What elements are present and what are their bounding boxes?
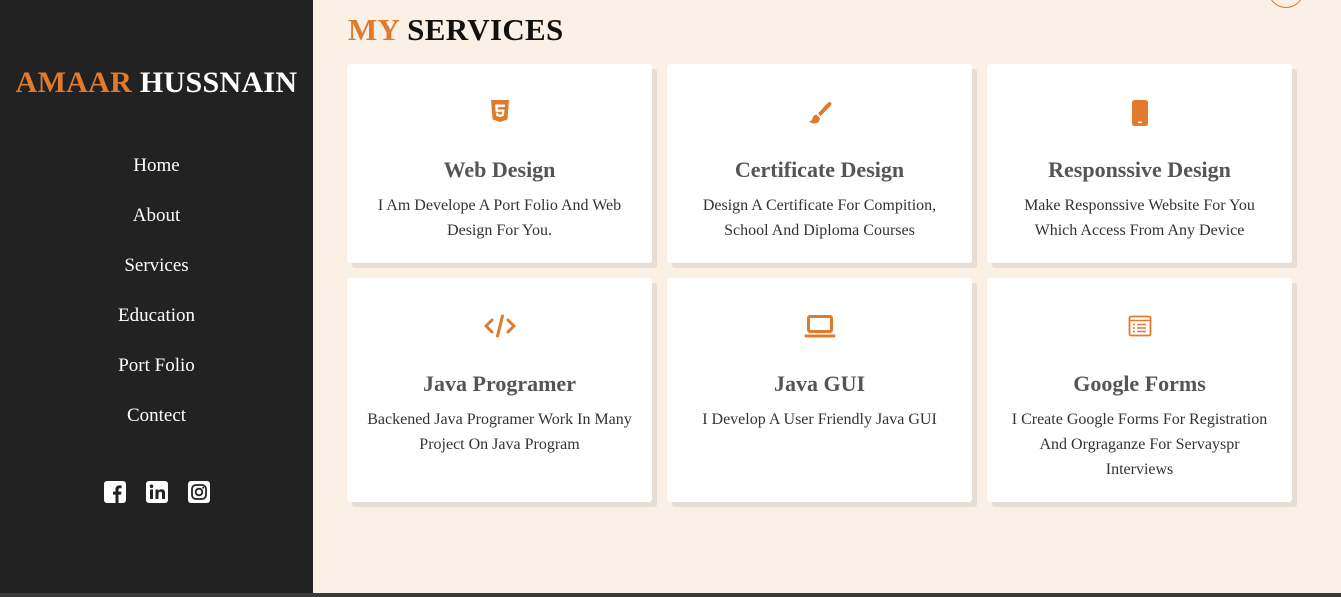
service-card-responsive-design[interactable]: Responssive Design Make Responssive Webs…: [987, 64, 1292, 263]
instagram-icon[interactable]: [187, 481, 210, 503]
mobile-icon: [987, 100, 1292, 126]
laptop-icon: [667, 314, 972, 340]
service-description: Make Responssive Website For You Which A…: [1024, 197, 1255, 239]
scroll-button[interactable]: [1268, 0, 1304, 8]
service-card-certificate-design[interactable]: Certificate Design Design A Certificate …: [667, 64, 972, 263]
social-links: [0, 481, 313, 503]
form-icon: [987, 314, 1292, 340]
service-card-java-gui[interactable]: Java GUI I Develop A User Friendly Java …: [667, 278, 972, 502]
service-description: I Am Develope A Port Folio And Web Desig…: [377, 197, 622, 239]
nav-item-contact[interactable]: Contect: [0, 402, 313, 452]
paint-brush-icon: [667, 100, 972, 126]
service-title: Java GUI: [773, 371, 866, 396]
service-title: Google Forms: [1073, 371, 1206, 396]
html5-icon: [347, 100, 652, 126]
section-title-accent: MY: [348, 12, 400, 47]
section-title: MY SERVICES: [348, 12, 564, 48]
service-card-java-programer[interactable]: Java Programer Backened Java Programer W…: [347, 278, 652, 502]
service-title: Java Programer: [423, 371, 576, 396]
service-title: Responssive Design: [1048, 157, 1231, 182]
brand-first-name: AMAAR: [15, 66, 133, 99]
nav-item-home[interactable]: Home: [0, 152, 313, 202]
service-description: Design A Certificate For Compition, Scho…: [702, 197, 937, 239]
nav-item-about[interactable]: About: [0, 202, 313, 252]
linkedin-icon[interactable]: [145, 481, 168, 503]
brand-name[interactable]: AMAAR HUSSNAIN: [0, 66, 313, 100]
service-title: Certificate Design: [734, 157, 905, 182]
nav-item-portfolio[interactable]: Port Folio: [0, 352, 313, 402]
service-description: I Create Google Forms For Registration A…: [1011, 411, 1268, 478]
service-description: I Develop A User Friendly Java GUI: [702, 411, 937, 428]
brand-last-name: HUSSNAIN: [139, 66, 298, 99]
nav-item-services[interactable]: Services: [0, 252, 313, 302]
section-title-rest: SERVICES: [407, 12, 564, 47]
nav-menu: Home About Services Education Port Folio…: [0, 152, 313, 452]
code-icon: [347, 314, 652, 340]
service-description: Backened Java Programer Work In Many Pro…: [367, 411, 632, 453]
sidebar: AMAAR HUSSNAIN Home About Services Educa…: [0, 0, 313, 593]
nav-item-education[interactable]: Education: [0, 302, 313, 352]
service-card-web-design[interactable]: Web Design I Am Develope A Port Folio An…: [347, 64, 652, 263]
service-card-google-forms[interactable]: Google Forms I Create Google Forms For R…: [987, 278, 1292, 502]
facebook-icon[interactable]: [103, 481, 126, 503]
bottom-border: [0, 593, 1341, 597]
service-title: Web Design: [443, 157, 556, 182]
